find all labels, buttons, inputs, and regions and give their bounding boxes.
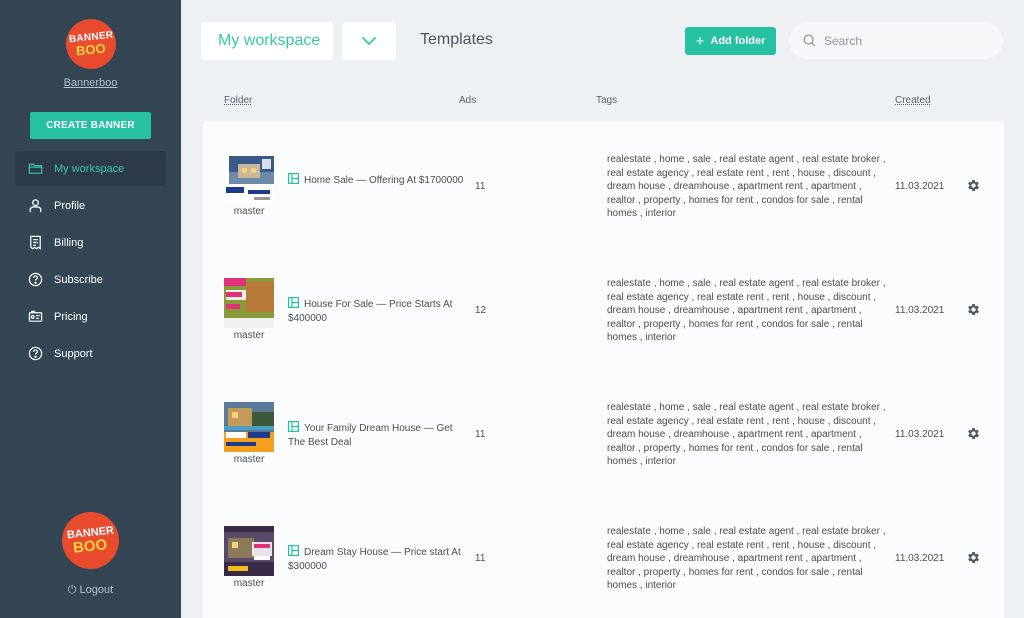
created-date: 11.03.2021 (895, 305, 945, 316)
template-name[interactable]: House For Sale — Price Starts At $400000 (288, 297, 466, 326)
logo-text-bottom: BOO (75, 39, 107, 59)
created-date: 11.03.2021 (895, 429, 945, 440)
sidebar-item-support[interactable]: Support (15, 336, 166, 371)
created-date: 11.03.2021 (895, 553, 945, 564)
column-header-created[interactable]: Created (895, 95, 931, 106)
search-input[interactable] (824, 33, 984, 48)
sidebar-nav: My workspace Profile Billing Subscribe P… (15, 151, 166, 373)
table-row[interactable]: master Home Sale — Offering At $1700000 … (203, 124, 1004, 248)
tags-list: realestate , home , sale , real estate a… (607, 526, 886, 592)
template-thumbnail[interactable] (224, 154, 274, 204)
folder-name: master (233, 454, 265, 465)
sidebar-item-pricing[interactable]: Pricing (15, 299, 166, 334)
ads-count: 11 (475, 429, 486, 440)
user-icon (27, 198, 43, 214)
template-icon (288, 173, 299, 184)
folder-name: master (233, 330, 265, 341)
template-thumbnail[interactable] (224, 278, 274, 328)
bannerboo-logo[interactable]: BANNER BOO (66, 19, 116, 69)
gear-icon[interactable] (966, 178, 981, 193)
account-name-link[interactable]: Bannerboo (0, 77, 181, 89)
table-header: Folder Ads Tags Created (203, 80, 1004, 121)
folder-icon (27, 161, 43, 177)
folder-name: master (233, 206, 265, 217)
column-header-tags: Tags (596, 95, 618, 106)
ads-count: 12 (475, 305, 487, 316)
workspace-selector[interactable]: My workspace (201, 22, 333, 60)
plus-icon: + (695, 32, 705, 50)
created-date: 11.03.2021 (895, 181, 945, 192)
workspace-dropdown-toggle[interactable] (342, 22, 396, 60)
logout-label: Logout (79, 584, 114, 596)
question-icon (27, 346, 43, 362)
sidebar-item-label: Profile (54, 199, 86, 212)
search-icon (803, 34, 816, 47)
template-name-text: Your Family Dream House — Get The Best D… (288, 423, 453, 448)
logout-link[interactable]: ⏻ Logout (0, 584, 181, 597)
page-title: Templates (420, 31, 493, 48)
sidebar-item-profile[interactable]: Profile (15, 188, 166, 223)
template-name-text: House For Sale — Price Starts At $400000 (288, 299, 453, 324)
gear-icon[interactable] (966, 302, 981, 317)
template-name-text: Dream Stay House — Price start At $30000… (288, 547, 461, 572)
sidebar: BANNER BOO Bannerboo CREATE BANNER My wo… (0, 0, 181, 618)
logo-text-bottom: BOO (72, 535, 109, 557)
price-tag-icon (27, 309, 43, 325)
sidebar-item-label: Support (54, 347, 93, 360)
create-banner-button[interactable]: CREATE BANNER (30, 112, 151, 139)
column-header-folder[interactable]: Folder (224, 95, 252, 106)
sidebar-item-billing[interactable]: Billing (15, 225, 166, 260)
ads-count: 11 (475, 553, 486, 564)
sidebar-item-label: My workspace (54, 162, 125, 175)
template-icon (288, 421, 299, 432)
column-header-ads: Ads (459, 95, 477, 106)
gear-icon[interactable] (966, 426, 981, 441)
power-icon: ⏻ (67, 584, 77, 596)
tags-list: realestate , home , sale , real estate a… (607, 278, 886, 344)
template-thumbnail[interactable] (224, 526, 274, 576)
template-icon (288, 545, 299, 556)
sidebar-item-my-workspace[interactable]: My workspace (15, 151, 166, 186)
tags-list: realestate , home , sale , real estate a… (607, 402, 886, 468)
gear-icon[interactable] (966, 550, 981, 565)
add-folder-button[interactable]: + Add folder (685, 27, 776, 55)
tags-list: realestate , home , sale , real estate a… (607, 154, 886, 220)
template-name[interactable]: Dream Stay House — Price start At $30000… (288, 545, 466, 574)
template-name[interactable]: Home Sale — Offering At $1700000 (288, 173, 466, 188)
template-name[interactable]: Your Family Dream House — Get The Best D… (288, 421, 466, 450)
sidebar-item-label: Pricing (54, 310, 88, 323)
sidebar-item-label: Subscribe (54, 273, 103, 286)
chevron-down-icon (361, 36, 377, 46)
add-folder-label: Add folder (710, 35, 766, 47)
templates-table: Folder Ads Tags Created master Home Sale… (203, 80, 1004, 618)
receipt-icon (27, 235, 43, 251)
folder-name: master (233, 578, 265, 589)
bannerboo-logo-footer: BANNER BOO (62, 512, 119, 569)
template-thumbnail[interactable] (224, 402, 274, 452)
table-row[interactable]: master Dream Stay House — Price start At… (203, 496, 1004, 618)
table-row[interactable]: master Your Family Dream House — Get The… (203, 372, 1004, 496)
sidebar-item-label: Billing (54, 236, 84, 249)
question-icon (27, 272, 43, 288)
ads-count: 11 (475, 181, 486, 192)
template-name-text: Home Sale — Offering At $1700000 (304, 175, 464, 186)
search-box (789, 22, 1003, 59)
template-icon (288, 297, 299, 308)
sidebar-item-subscribe[interactable]: Subscribe (15, 262, 166, 297)
table-row[interactable]: master House For Sale — Price Starts At … (203, 248, 1004, 372)
